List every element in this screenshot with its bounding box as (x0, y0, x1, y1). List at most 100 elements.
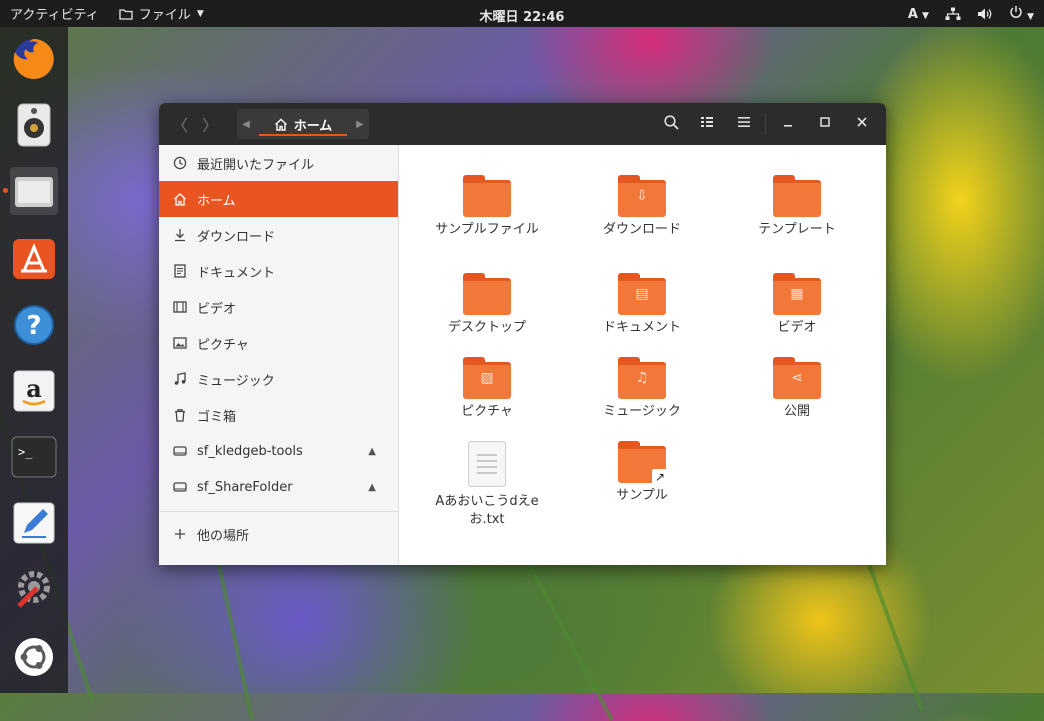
sidebar-item-label: ビデオ (197, 301, 237, 317)
file-item-label: ピクチャ (461, 404, 513, 419)
dock-rhythmbox[interactable] (10, 101, 58, 149)
file-item-label: サンプル (616, 488, 668, 503)
minimize-icon (784, 125, 792, 127)
file-item-sample-link[interactable]: ↗ サンプル (572, 441, 712, 505)
sidebar-item-trash[interactable]: ゴミ箱 (159, 397, 398, 433)
file-item-text-file[interactable]: Aあおいこうdえe お.txt (417, 441, 557, 529)
volume-icon[interactable] (977, 7, 993, 21)
trash-icon (173, 408, 187, 422)
input-method-label: A (907, 6, 918, 22)
dock-help[interactable]: ? (10, 301, 58, 349)
file-item-label: ビデオ (777, 320, 817, 335)
sidebar-item-downloads[interactable]: ダウンロード (159, 217, 398, 253)
view-toggle-button[interactable] (700, 115, 714, 133)
sidebar-item-other-locations[interactable]: 他の場所 (159, 516, 398, 552)
picture-icon (173, 336, 187, 350)
amazon-icon: a (13, 370, 55, 412)
public-folder-icon: ⋖ (773, 357, 821, 399)
download-icon (173, 228, 187, 242)
pictures-folder-icon: ▨ (463, 357, 511, 399)
text-editor-icon (13, 502, 55, 544)
eject-icon[interactable]: ▲ (368, 446, 376, 457)
network-icon[interactable] (945, 7, 961, 21)
sidebar-item-music[interactable]: ミュージック (159, 361, 398, 397)
file-item-label: 公開 (783, 404, 810, 419)
sidebar-item-sf-sharefolder[interactable]: sf_ShareFolder ▲ (159, 469, 398, 505)
file-item-label: ダウンロード (602, 222, 681, 237)
dock-text-editor[interactable] (10, 499, 58, 547)
path-home-label: ホーム (293, 118, 333, 134)
file-item-pictures[interactable]: ▨ ピクチャ (417, 357, 557, 421)
path-scroll-left-icon[interactable]: ◀ (237, 119, 255, 130)
system-menu[interactable]: ▼ (1009, 5, 1034, 23)
app-menu[interactable]: ファイル ▼ (119, 4, 204, 23)
sidebar-item-label: ゴミ箱 (197, 409, 237, 425)
top-bar: アクティビティ ファイル ▼ 木曜日 22:46 A ▼ ▼ (0, 0, 1044, 27)
sidebar-item-videos[interactable]: ビデオ (159, 289, 398, 325)
dock-amazon[interactable]: a (10, 367, 58, 415)
sidebar-item-documents[interactable]: ドキュメント (159, 253, 398, 289)
clock[interactable]: 木曜日 22:46 (480, 6, 565, 25)
dock-files[interactable] (10, 167, 58, 215)
dock-terminal[interactable]: >_ (10, 433, 58, 481)
files-window: 〈 〉 ◀ ホーム ▶ 最近開いたファイル ホーム ダウンロード ドキュメント … (159, 103, 886, 565)
help-icon: ? (14, 305, 54, 345)
symlink-arrow-icon: ↗ (652, 469, 668, 485)
menu-button[interactable] (737, 115, 751, 133)
sidebar-divider (159, 511, 398, 512)
file-item-videos[interactable]: ▦ ビデオ (727, 273, 867, 337)
caret-down-icon: ▼ (922, 10, 929, 21)
input-method-menu[interactable]: A ▼ (908, 7, 929, 22)
activities-button[interactable]: アクティビティ (10, 4, 99, 23)
settings-icon (17, 571, 50, 608)
dock-ubuntu-software[interactable] (10, 235, 58, 283)
file-item-label-line: Aあおいこうdえe (435, 494, 539, 509)
sidebar-item-pictures[interactable]: ピクチャ (159, 325, 398, 361)
file-item-sample-files[interactable]: サンプルファイル (417, 175, 557, 239)
file-item-label: サンプルファイル (435, 222, 539, 237)
list-view-icon (701, 117, 713, 127)
sidebar-item-sf-kledgeb-tools[interactable]: sf_kledgeb-tools ▲ (159, 433, 398, 469)
file-item-music[interactable]: ♫ ミュージック (572, 357, 712, 421)
path-bar: ◀ ホーム ▶ (237, 109, 369, 139)
dock-firefox[interactable] (10, 35, 58, 83)
drive-icon (173, 480, 187, 494)
ubuntu-logo-icon (15, 638, 53, 676)
folder-icon (463, 175, 511, 217)
header-separator (765, 113, 766, 135)
file-cabinet-icon (15, 177, 53, 207)
file-item-documents[interactable]: ▤ ドキュメント (572, 273, 712, 337)
caret-down-icon: ▼ (1027, 12, 1034, 22)
document-icon (173, 264, 187, 278)
sidebar-item-label: sf_kledgeb-tools (197, 443, 303, 459)
close-button[interactable] (856, 115, 868, 133)
sidebar-item-label: ダウンロード (197, 229, 276, 245)
app-menu-label: ファイル (138, 8, 191, 23)
terminal-icon: >_ (11, 436, 57, 478)
svg-text:?: ? (26, 311, 41, 341)
minimize-button[interactable] (782, 115, 794, 133)
search-button[interactable] (664, 115, 679, 134)
downloads-folder-icon: ⇩ (618, 175, 666, 217)
path-scroll-right-icon[interactable]: ▶ (351, 119, 369, 130)
eject-icon[interactable]: ▲ (368, 482, 376, 493)
back-button[interactable]: 〈 (165, 112, 195, 136)
sidebar-item-home[interactable]: ホーム (159, 181, 398, 217)
dock-settings[interactable] (10, 565, 58, 613)
forward-button[interactable]: 〉 (195, 112, 225, 136)
dock-show-applications[interactable] (10, 633, 58, 681)
video-icon (173, 300, 187, 314)
search-icon (664, 115, 679, 130)
file-item-desktop[interactable]: デスクトップ (417, 273, 557, 337)
file-item-templates[interactable]: テンプレート (727, 175, 867, 239)
speaker-icon (17, 103, 51, 147)
documents-folder-icon: ▤ (618, 273, 666, 315)
file-item-public[interactable]: ⋖ 公開 (727, 357, 867, 421)
music-folder-icon: ♫ (618, 357, 666, 399)
sidebar-item-recent[interactable]: 最近開いたファイル (159, 145, 398, 181)
maximize-button[interactable] (819, 115, 831, 133)
file-item-downloads[interactable]: ⇩ ダウンロード (572, 175, 712, 239)
sidebar-item-label: ミュージック (197, 373, 275, 389)
file-item-label: ミュージック (603, 404, 681, 419)
path-home-button[interactable]: ホーム (255, 109, 351, 139)
